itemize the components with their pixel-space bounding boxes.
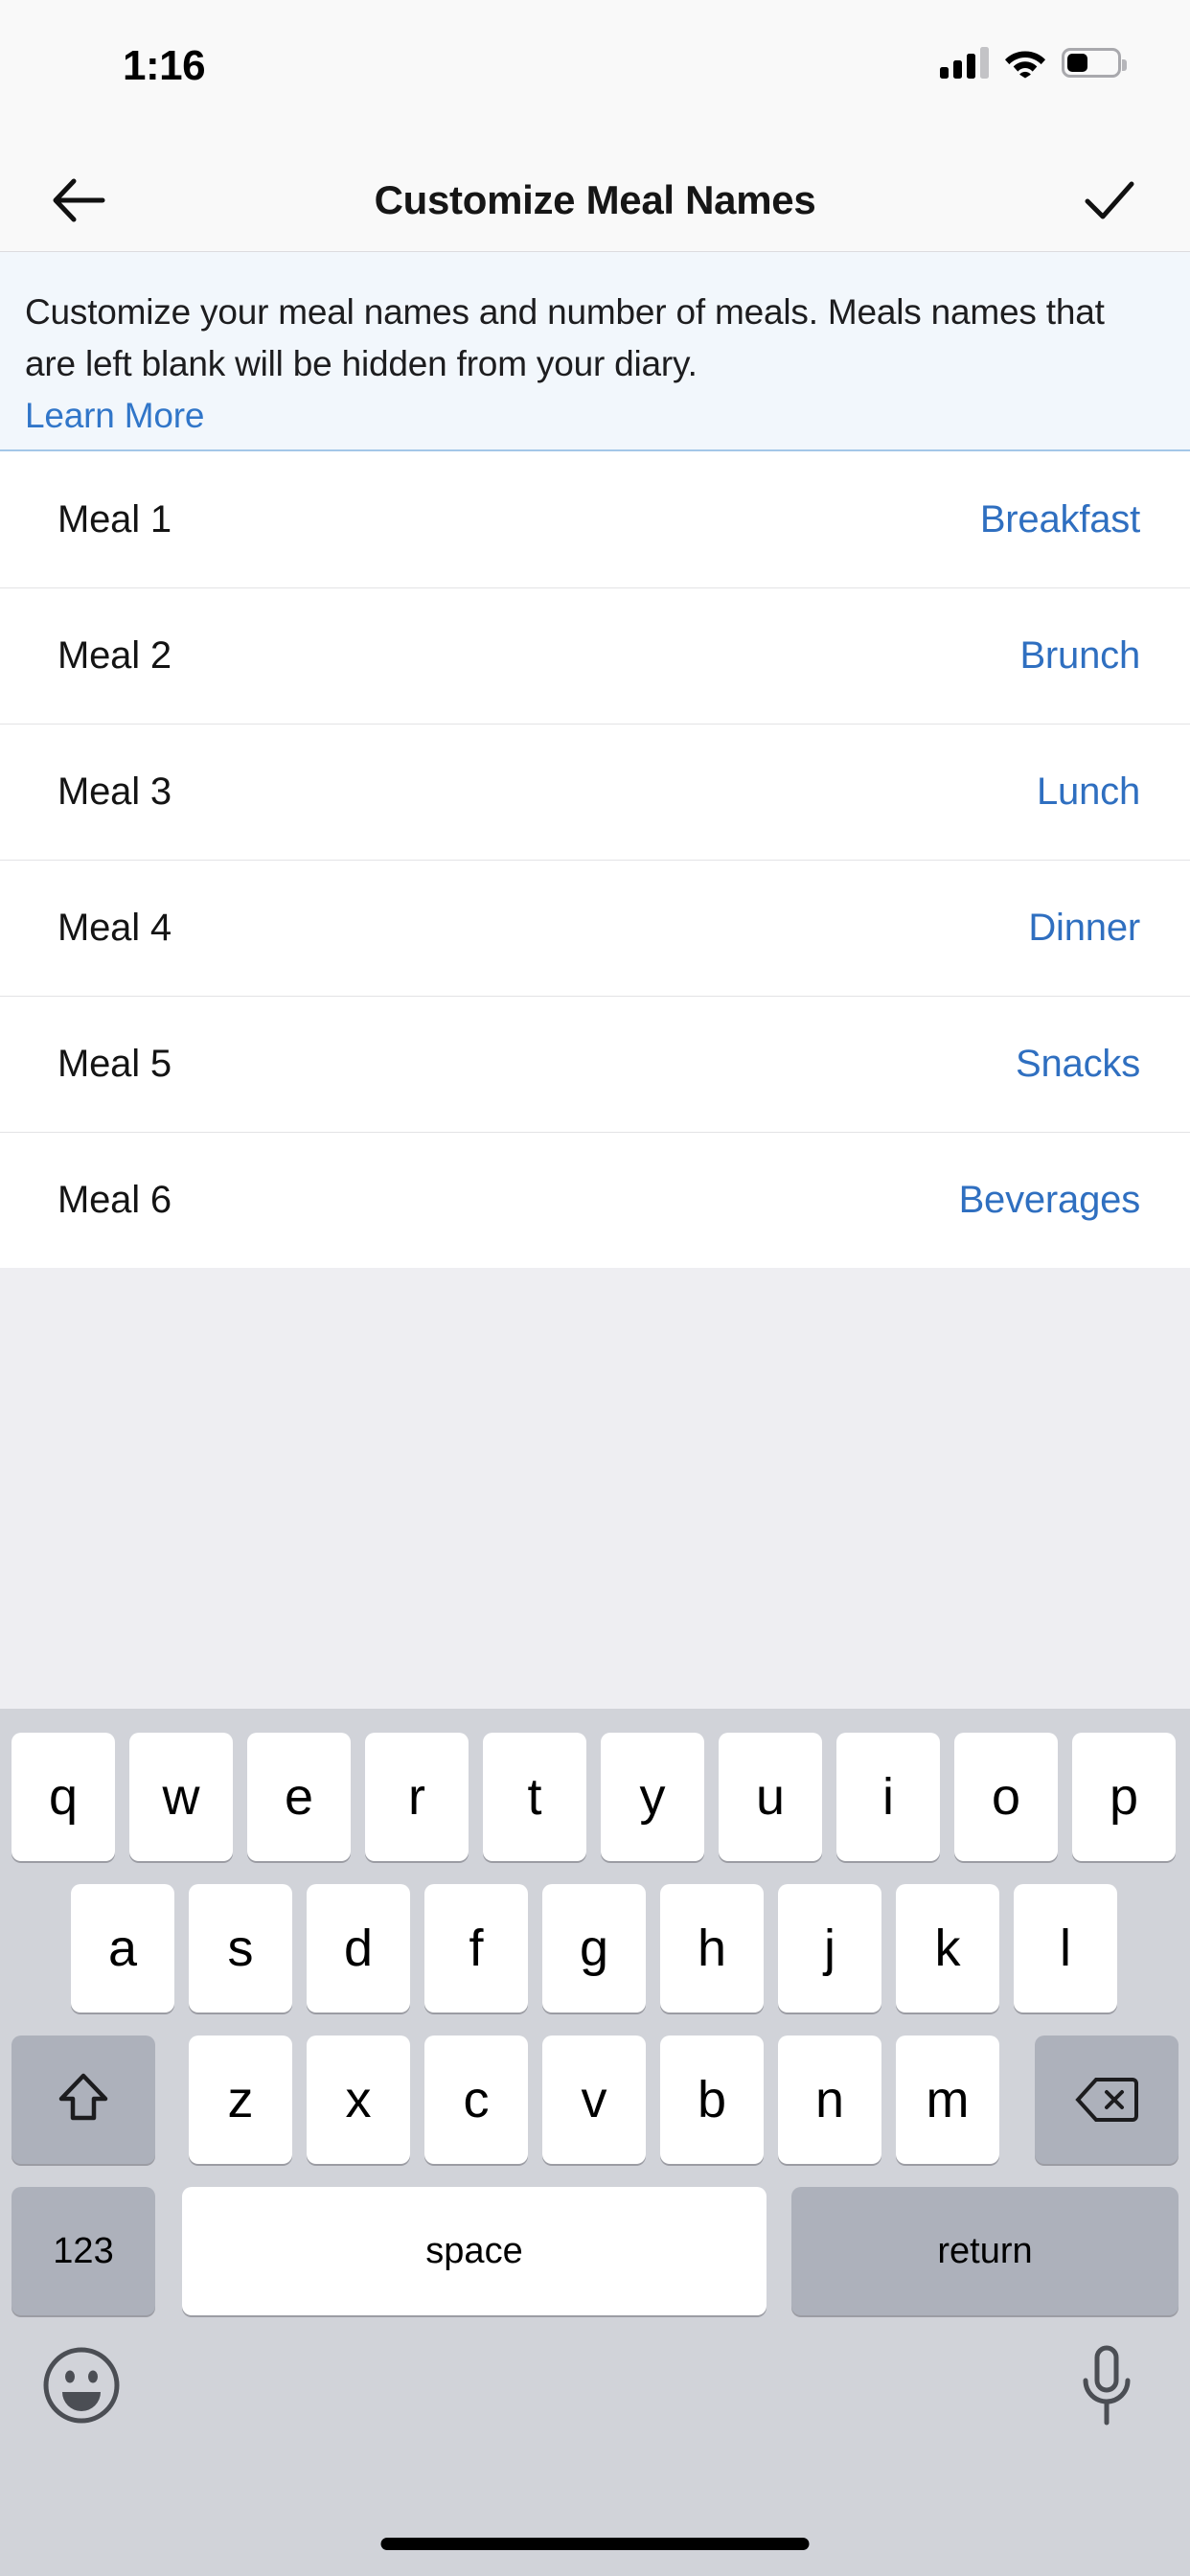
backspace-delete-icon [1075, 2078, 1138, 2122]
meal-name-list: Meal 1 Breakfast Meal 2 Brunch Meal 3 Lu… [0, 451, 1190, 1268]
key-r[interactable]: r [365, 1733, 469, 1861]
key-q[interactable]: q [11, 1733, 115, 1861]
meal-row-value[interactable]: Dinner [1028, 907, 1140, 950]
meal-row-label: Meal 5 [57, 1042, 172, 1085]
key-y[interactable]: y [601, 1733, 704, 1861]
meal-row-value[interactable]: Brunch [1019, 634, 1140, 678]
table-row[interactable]: Meal 5 Snacks [0, 996, 1190, 1132]
checkmark-icon [1085, 181, 1134, 218]
key-d[interactable]: d [307, 1884, 410, 2012]
return-key[interactable]: return [791, 2187, 1179, 2315]
meal-row-value[interactable]: Beverages [959, 1179, 1141, 1222]
key-b[interactable]: b [660, 2036, 764, 2164]
key-x[interactable]: x [307, 2036, 410, 2164]
key-v[interactable]: v [542, 2036, 646, 2164]
table-row[interactable]: Meal 2 Brunch [0, 587, 1190, 724]
page-title: Customize Meal Names [374, 176, 816, 222]
app-screen: 1:16 Customize Meal Names Customize your… [0, 0, 1190, 2576]
shift-key[interactable] [11, 2036, 155, 2164]
emoji-smiley-icon [43, 2347, 120, 2424]
meal-row-value[interactable]: Lunch [1037, 770, 1140, 814]
key-e[interactable]: e [247, 1733, 351, 1861]
key-n[interactable]: n [778, 2036, 881, 2164]
key-p[interactable]: p [1072, 1733, 1176, 1861]
space-key[interactable]: space [182, 2187, 767, 2315]
home-indicator-bar[interactable] [380, 2538, 810, 2550]
shift-arrow-icon [58, 2073, 108, 2121]
key-l[interactable]: l [1014, 1884, 1117, 2012]
key-j[interactable]: j [778, 1884, 881, 2012]
navigation-bar: Customize Meal Names [0, 149, 1190, 252]
key-f[interactable]: f [424, 1884, 528, 2012]
key-u[interactable]: u [719, 1733, 822, 1861]
key-z[interactable]: z [189, 2036, 292, 2164]
on-screen-keyboard: q w e r t y u i o p a s d f g h j k l z … [0, 1709, 1190, 2576]
learn-more-link[interactable]: Learn More [25, 390, 204, 442]
table-row[interactable]: Meal 3 Lunch [0, 724, 1190, 860]
info-banner-text: Customize your meal names and number of … [25, 292, 1105, 383]
battery-icon [1062, 47, 1127, 78]
numbers-key[interactable]: 123 [11, 2187, 155, 2315]
key-c[interactable]: c [424, 2036, 528, 2164]
meal-row-label: Meal 4 [57, 906, 172, 949]
dictation-key[interactable] [1065, 2342, 1148, 2430]
microphone-icon [1083, 2345, 1131, 2426]
info-banner: Customize your meal names and number of … [0, 252, 1190, 451]
keyboard-row-2: a s d f g h j k l [0, 1884, 1190, 2012]
emoji-key[interactable] [40, 2344, 123, 2426]
status-bar-indicators [940, 46, 1127, 79]
table-row[interactable]: Meal 1 Breakfast [0, 451, 1190, 587]
key-g[interactable]: g [542, 1884, 646, 2012]
key-k[interactable]: k [896, 1884, 999, 2012]
key-o[interactable]: o [954, 1733, 1058, 1861]
keyboard-row-3: z x c v b n m [0, 2036, 1190, 2164]
meal-row-value[interactable]: Breakfast [980, 498, 1140, 541]
key-w[interactable]: w [129, 1733, 233, 1861]
table-row[interactable]: Meal 6 Beverages [0, 1132, 1190, 1268]
key-m[interactable]: m [896, 2036, 999, 2164]
key-t[interactable]: t [483, 1733, 586, 1861]
keyboard-row-1: q w e r t y u i o p [0, 1733, 1190, 1861]
status-bar-time: 1:16 [123, 42, 206, 89]
meal-row-label: Meal 1 [57, 497, 172, 540]
key-s[interactable]: s [189, 1884, 292, 2012]
table-row[interactable]: Meal 4 Dinner [0, 860, 1190, 996]
empty-content-area [0, 1268, 1190, 1709]
meal-row-label: Meal 6 [57, 1178, 172, 1221]
status-bar: 1:16 [0, 0, 1190, 149]
key-h[interactable]: h [660, 1884, 764, 2012]
meal-row-label: Meal 3 [57, 770, 172, 813]
cellular-signal-icon [940, 46, 989, 79]
confirm-button[interactable] [1058, 149, 1161, 251]
backspace-key[interactable] [1035, 2036, 1179, 2164]
keyboard-row-4: 123 space return [0, 2187, 1190, 2315]
meal-row-label: Meal 2 [57, 633, 172, 677]
wifi-icon [1004, 46, 1046, 79]
key-i[interactable]: i [836, 1733, 940, 1861]
key-a[interactable]: a [71, 1884, 174, 2012]
meal-row-value[interactable]: Snacks [1016, 1043, 1140, 1086]
keyboard-utility-row [0, 2338, 1190, 2463]
